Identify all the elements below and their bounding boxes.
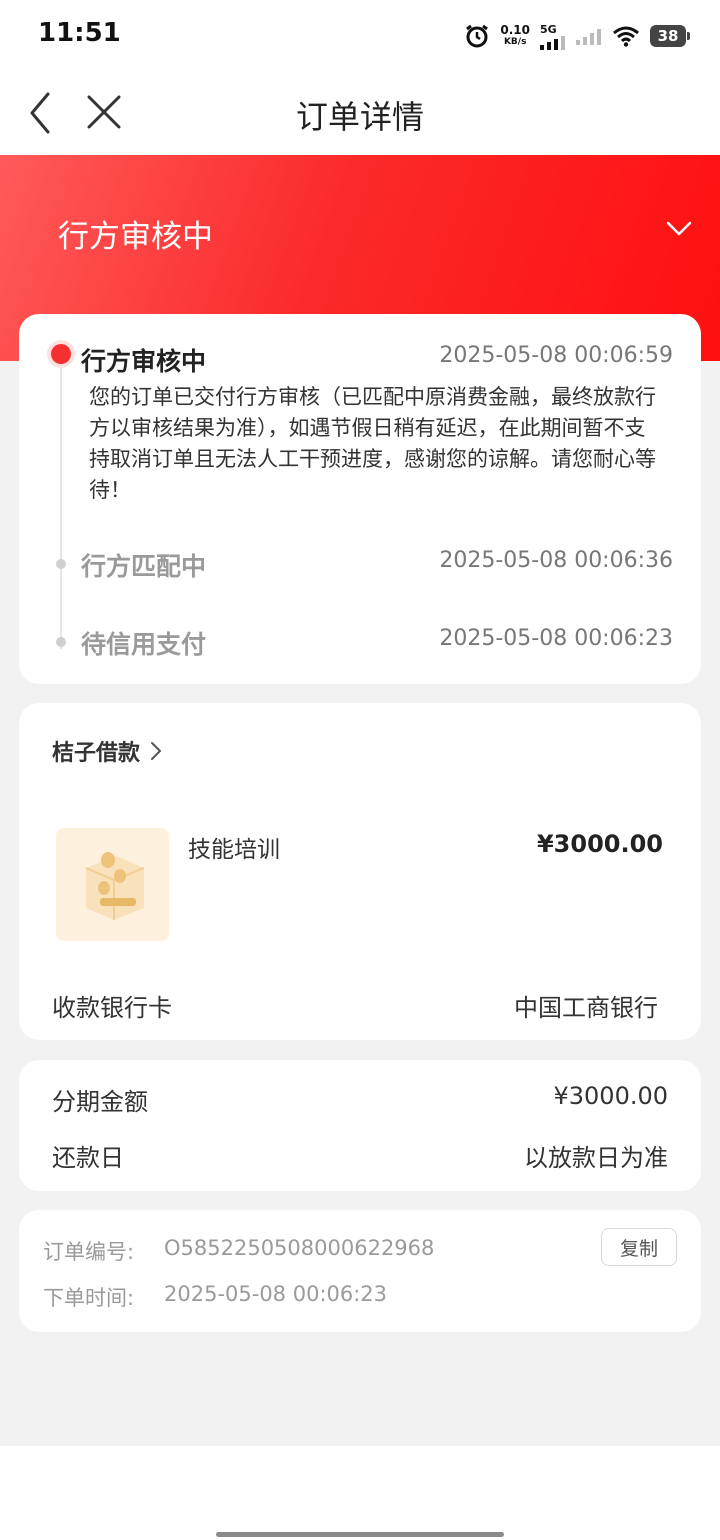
progress-timeline-card: 行方审核中 2025-05-08 00:06:59 您的订单已交付行方审核（已匹…	[19, 314, 701, 684]
order-number-label: 订单编号:	[43, 1240, 135, 1264]
product-card: 桔子借款 技能培训 ¥3000.00 收款银行卡 中国工商银行	[19, 703, 701, 1040]
timeline-step-time: 2025-05-08 00:06:59	[439, 343, 673, 368]
order-number-value: O585225050800062296​8	[164, 1236, 435, 1260]
timeline-dot-active	[51, 344, 71, 364]
alarm-icon	[466, 24, 489, 48]
timeline-line	[60, 359, 62, 649]
network-type: 5G	[540, 22, 557, 36]
installment-card: 分期金额 ¥3000.00 还款日 以放款日为准	[19, 1060, 701, 1191]
bank-card-value: 中国工商银行	[514, 994, 658, 1022]
signal-icon	[540, 35, 565, 50]
order-time-label: 下单时间:	[43, 1286, 135, 1310]
timeline-step-title: 行方匹配中	[81, 552, 207, 581]
merchant-link[interactable]: 桔子借款	[52, 735, 162, 767]
coin-box-icon	[85, 852, 145, 920]
page-title: 订单详情	[295, 98, 424, 136]
banner-status: 行方审核中	[58, 219, 213, 255]
repayment-day-value: 以放款日为准	[524, 1144, 668, 1172]
status-icons: 0.10 KB/s 5G 38	[464, 18, 690, 54]
timeline-dot	[56, 637, 66, 647]
battery-indicator: 38	[650, 25, 690, 47]
timeline-dot	[56, 559, 66, 569]
bottom-bar	[0, 1446, 720, 1540]
speed-value: 0.10	[500, 23, 530, 37]
network-speed: 0.10 KB/s	[500, 24, 530, 48]
signal-5g: 5G	[540, 23, 566, 50]
product-name: 技能培训	[188, 837, 280, 863]
repayment-day-label: 还款日	[52, 1144, 124, 1172]
copy-button[interactable]: 复制	[601, 1228, 677, 1266]
order-info-card: 订单编号: O585225050800062296​8 复制 下单时间: 202…	[19, 1210, 701, 1332]
installment-amount-value: ¥3000.00	[553, 1082, 668, 1110]
product-image	[56, 828, 169, 941]
nav-bar: 订单详情	[0, 70, 720, 156]
signal-empty-icon	[576, 29, 601, 45]
timeline-step-time: 2025-05-08 00:06:36	[439, 548, 673, 573]
status-time: 11:51	[38, 18, 121, 48]
bank-card-label: 收款银行卡	[52, 994, 172, 1022]
timeline-step-title: 待信用支付	[81, 630, 207, 659]
timeline-step-time: 2025-05-08 00:06:23	[439, 626, 673, 651]
status-bar: 11:51 0.10 KB/s 5G 38	[0, 0, 720, 70]
chevron-down-icon[interactable]	[666, 221, 692, 237]
timeline-step-title: 行方审核中	[81, 347, 207, 376]
product-price: ¥3000.00	[536, 830, 663, 858]
installment-amount-label: 分期金额	[52, 1088, 148, 1116]
timeline-step-description: 您的订单已交付行方审核（已匹配中原消费金融，最终放款行方以审核结果为准），如遇节…	[89, 385, 656, 502]
wifi-icon	[613, 26, 639, 47]
battery-level: 38	[657, 27, 679, 45]
chevron-right-icon	[151, 742, 162, 760]
home-indicator[interactable]	[216, 1532, 504, 1537]
speed-unit: KB/s	[503, 37, 527, 47]
order-time-value: 2025-05-08 00:06:23	[164, 1282, 388, 1306]
merchant-name: 桔子借款	[52, 741, 141, 766]
